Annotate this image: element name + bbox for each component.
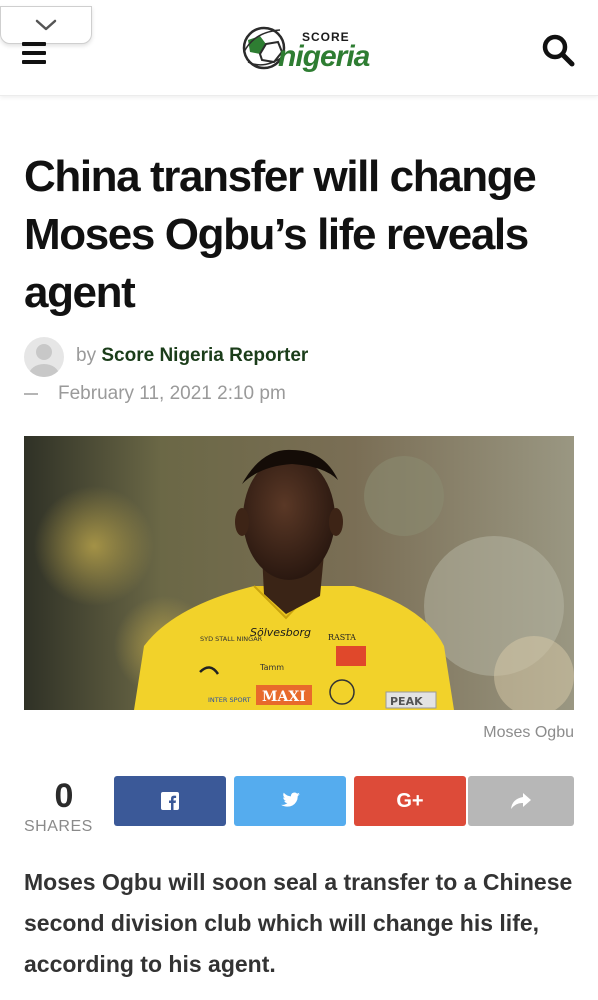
share-arrow-icon [511, 793, 531, 809]
author-link[interactable]: Score Nigeria Reporter [101, 345, 308, 366]
search-icon [542, 34, 575, 67]
jersey-sponsor-5: Tamm [259, 663, 284, 672]
share-googleplus-button[interactable]: G+ [354, 776, 466, 826]
google-plus-icon: G+ [396, 789, 424, 812]
share-facebook-button[interactable] [114, 776, 226, 826]
jersey-sponsor-2: RASTA [328, 633, 356, 642]
featured-image: Sölvesborg RASTA SYD STALL NINGAR MAXI T… [24, 436, 574, 710]
facebook-icon [161, 792, 179, 810]
logo-text-nigeria: nigeria [278, 40, 370, 73]
jersey-sponsor-4: MAXI [262, 689, 306, 705]
publish-date-row: February 11, 2021 2:10 pm [24, 383, 286, 405]
share-count-label: SHARES [24, 818, 93, 835]
byline-prefix: by [76, 345, 97, 366]
publish-date: February 11, 2021 2:10 pm [58, 383, 286, 404]
date-dash [24, 392, 38, 395]
site-header: SCORE nigeria [0, 0, 598, 96]
article-title: China transfer will change Moses Ogbu’s … [24, 152, 537, 317]
image-caption: Moses Ogbu [483, 724, 574, 741]
chevron-down-icon [35, 19, 57, 31]
author-avatar[interactable] [24, 337, 64, 377]
share-more-button[interactable] [468, 776, 574, 826]
player-photo: Sölvesborg RASTA SYD STALL NINGAR MAXI T… [24, 436, 574, 710]
article-lead-paragraph: Moses Ogbu will soon seal a transfer to … [24, 869, 573, 977]
jersey-sponsor-6: INTER SPORT [208, 696, 251, 704]
default-user-icon [29, 344, 59, 377]
site-logo[interactable]: SCORE nigeria [238, 18, 370, 78]
search-button[interactable] [538, 30, 578, 70]
twitter-icon [281, 792, 300, 807]
hamburger-menu-icon[interactable] [22, 42, 48, 64]
share-count: 0 [54, 777, 74, 815]
jersey-sponsor-3: SYD STALL NINGAR [200, 635, 263, 643]
jersey-sponsor-7: PEAK [390, 695, 423, 708]
collapse-toggle[interactable] [0, 6, 92, 44]
share-twitter-button[interactable] [234, 776, 346, 826]
byline: by Score Nigeria Reporter [76, 345, 308, 367]
